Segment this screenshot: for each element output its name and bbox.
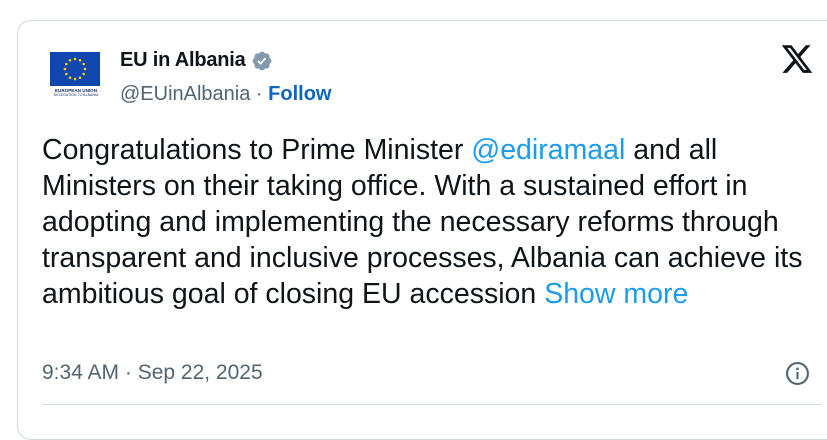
handle-separator: · [250, 83, 269, 105]
avatar-caption-sub: DELEGATION TO ALBANIA [53, 93, 99, 97]
verified-badge-icon [252, 51, 271, 70]
eu-flag-icon [50, 52, 100, 86]
author-name-row: EU in Albania [120, 49, 273, 72]
display-name[interactable]: EU in Albania [120, 49, 246, 72]
timestamp[interactable]: 9:34 AM · Sep 22, 2025 [42, 361, 263, 385]
handle-row: @EUinAlbania · Follow [120, 83, 331, 106]
tweet-text: Congratulations to Prime Minister @edira… [42, 132, 812, 312]
info-icon[interactable] [785, 361, 810, 386]
show-more-link[interactable]: Show more [544, 278, 688, 310]
avatar[interactable]: EUROPEAN UNION DELEGATION TO ALBANIA [42, 42, 108, 108]
divider [42, 404, 822, 405]
tweet-text-start: Congratulations to Prime Minister [42, 134, 472, 166]
mention-link[interactable]: @ediramaal [471, 134, 625, 166]
handle[interactable]: @EUinAlbania [120, 83, 250, 105]
x-logo-icon[interactable] [779, 42, 815, 76]
avatar-caption: EUROPEAN UNION DELEGATION TO ALBANIA [48, 88, 104, 98]
follow-button[interactable]: Follow [268, 83, 331, 105]
